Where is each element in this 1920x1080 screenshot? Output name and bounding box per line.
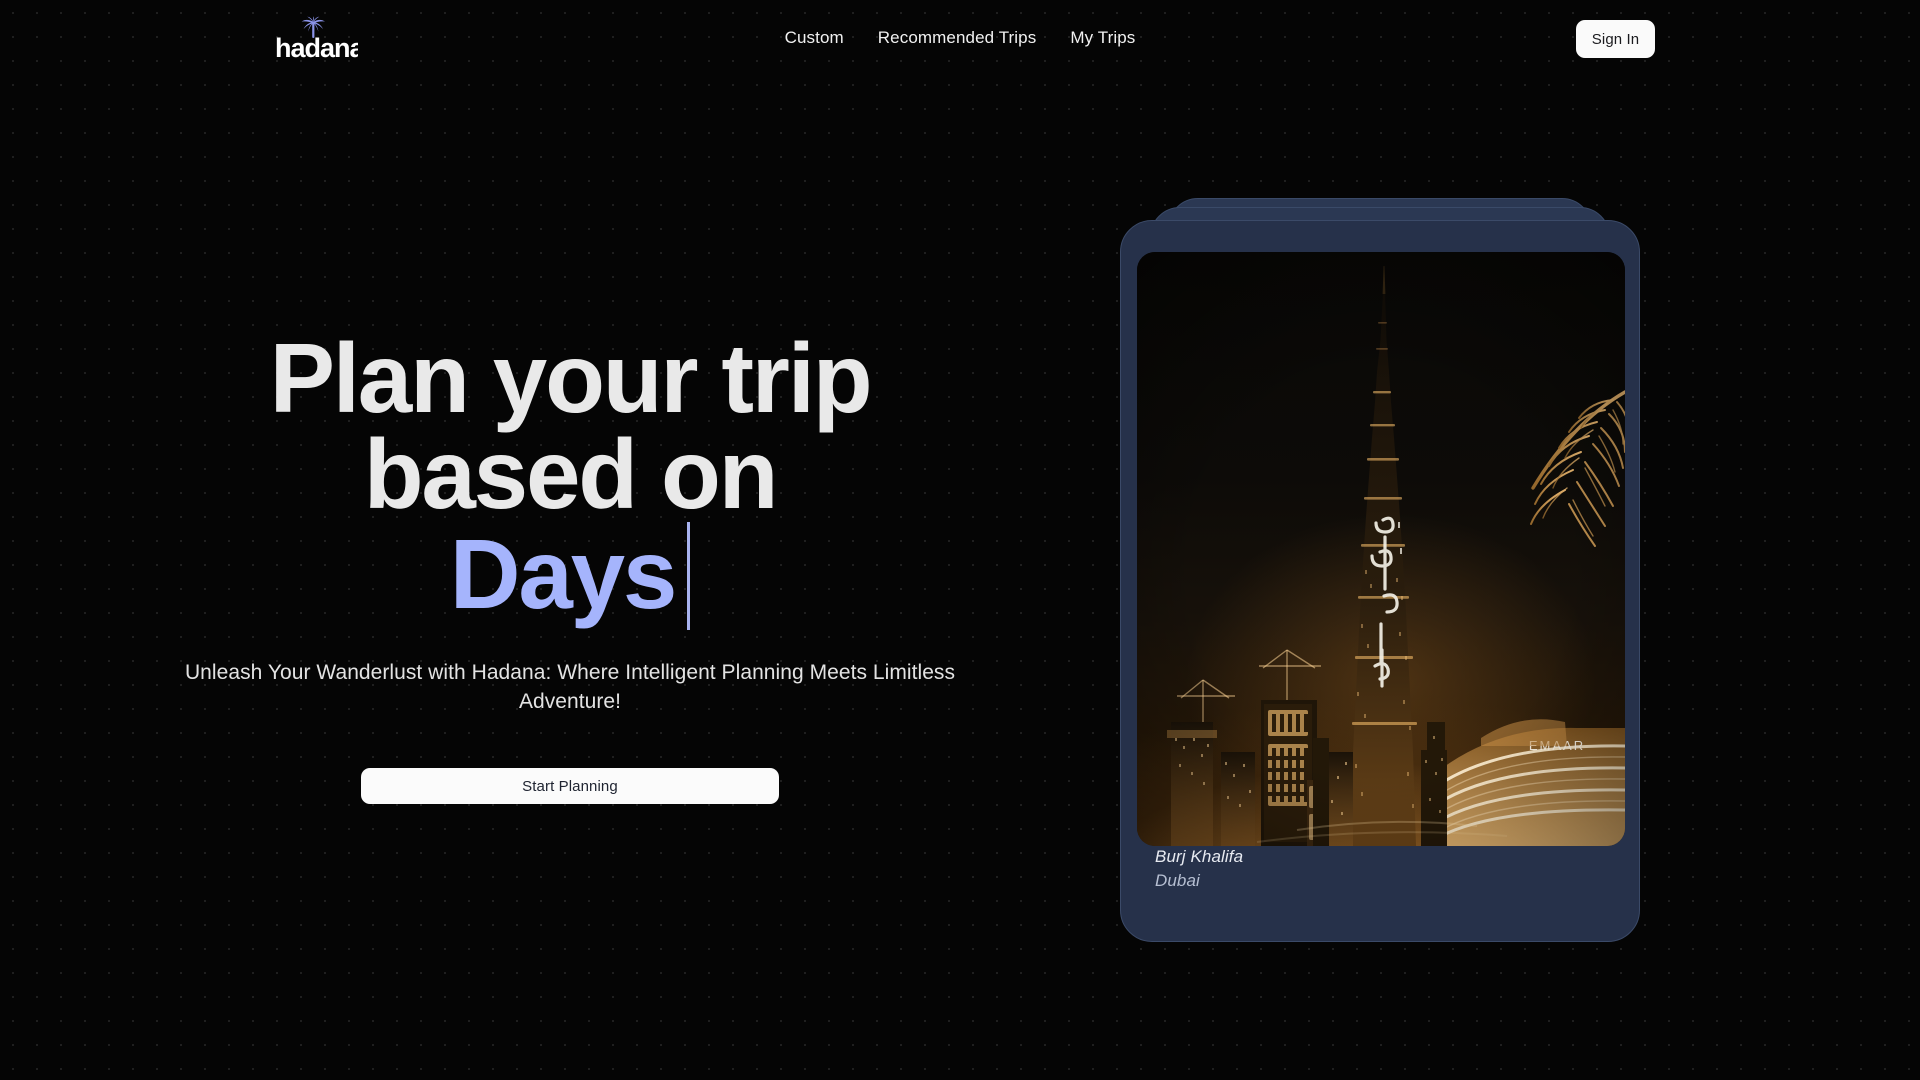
photo-vignette [1137, 252, 1625, 846]
destination-location: Dubai [1155, 871, 1200, 890]
landing-page: hadana Custom Recommended Trips My Trips… [0, 0, 1920, 1080]
destination-caption: Burj Khalifa Dubai [1155, 845, 1595, 893]
destination-photo: EMAAR [1137, 252, 1625, 846]
destination-card[interactable]: EMAAR [1120, 220, 1640, 942]
brand-logo[interactable]: hadana [272, 12, 358, 64]
brand-wordmark: hadana [275, 33, 358, 63]
headline-line-2: based on [363, 419, 779, 529]
hero-subtitle: Unleash Your Wanderlust with Hadana: Whe… [184, 661, 956, 713]
destination-card-stack: EMAAR [1120, 198, 1640, 958]
sign-in-button[interactable]: Sign In [1576, 20, 1655, 58]
nav-item-my-trips[interactable]: My Trips [1070, 27, 1135, 49]
primary-navigation: Custom Recommended Trips My Trips [785, 27, 1136, 49]
headline-accent-word: Days [449, 519, 678, 629]
headline-line-1: Plan your trip [269, 323, 873, 433]
brand-logo-graphic: hadana [275, 16, 358, 63]
svg-text:hadana: hadana [275, 33, 358, 63]
nav-item-custom[interactable]: Custom [785, 27, 844, 49]
site-header: hadana Custom Recommended Trips My Trips… [0, 0, 1920, 78]
start-planning-button[interactable]: Start Planning [361, 768, 779, 804]
page-title: Plan your trip based on Days [270, 329, 873, 630]
nav-item-recommended-trips[interactable]: Recommended Trips [878, 27, 1037, 49]
hero-section: Plan your trip based on Days Unleash You… [0, 329, 1140, 804]
headline-accent-line: Days [270, 522, 871, 630]
destination-title: Burj Khalifa [1155, 847, 1244, 866]
typing-caret [687, 522, 691, 630]
